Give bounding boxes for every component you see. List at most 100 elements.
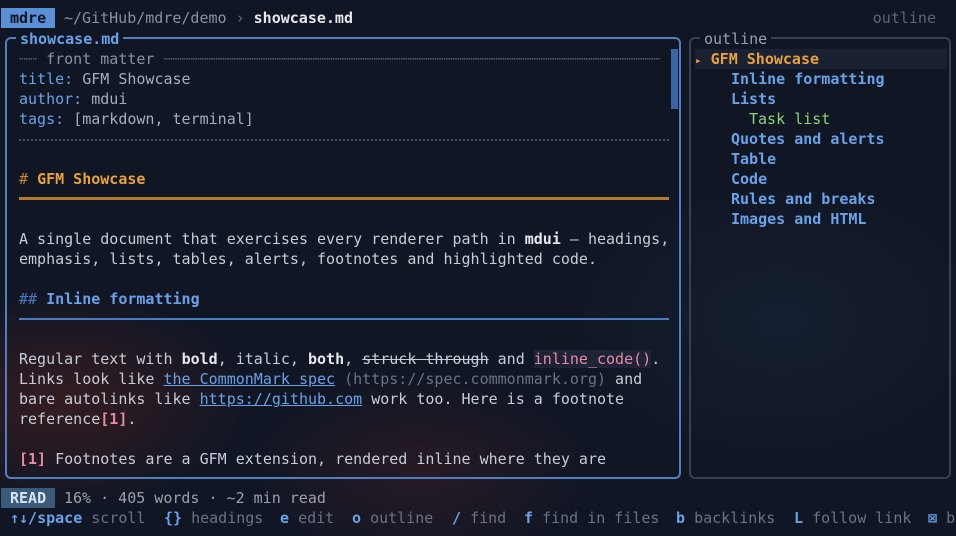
inline-code: inline_code() <box>533 350 652 368</box>
hint-action: follow link <box>812 509 912 527</box>
paragraph-line: emphasis, lists, tables, alerts, footnot… <box>19 249 669 269</box>
paragraph-line: Regular text with bold, italic, both, st… <box>19 349 669 369</box>
app-name-badge: mdre <box>1 8 56 28</box>
outline-pane[interactable]: outline ▸ GFM Showcase Inline formatting… <box>689 30 951 479</box>
text-run: . <box>127 410 137 428</box>
heading-1-marker: # <box>19 170 29 188</box>
hint-action: backlinks <box>694 509 776 527</box>
front-matter-rule: ┈┈┈┈┈┈┈┈┈┈┈┈┈┈┈┈┈┈┈┈┈┈┈┈┈┈┈┈┈┈┈┈┈┈┈┈┈┈┈┈… <box>154 50 661 68</box>
front-matter-entry: tags: [markdown, terminal] <box>19 109 669 129</box>
hint-action: outline <box>370 509 434 527</box>
bold-text: bold <box>181 350 218 368</box>
paragraph-line: reference[1]. <box>19 409 669 429</box>
hint-backlinks[interactable]: b backlinks <box>676 508 775 528</box>
heading-1-text: GFM Showcase <box>37 170 146 188</box>
front-matter-entry: title: GFM Showcase <box>19 69 669 89</box>
overflow-icon: ⊠ <box>928 509 938 527</box>
front-matter-value: [markdown, terminal] <box>73 110 254 128</box>
hint-outline[interactable]: o outline <box>352 508 433 528</box>
dotted-divider <box>19 139 669 141</box>
paragraph-line: bare autolinks like https://github.com w… <box>19 389 669 409</box>
hint-key: {} <box>164 509 183 527</box>
hint-find-in-files[interactable]: f find in files <box>524 508 659 528</box>
hint-key: / <box>452 509 462 527</box>
status-bar: READ 16% · 405 words · ~2 min read <box>0 488 956 508</box>
outline-item-lists[interactable]: Lists <box>695 89 947 109</box>
reading-stats: 16% · 405 words · ~2 min read <box>64 489 326 507</box>
outline-item-quotes-and-alerts[interactable]: Quotes and alerts <box>695 129 947 149</box>
front-matter-key: tags: <box>19 110 65 128</box>
front-matter-value: mdui <box>91 90 128 108</box>
bold-italic-text: both <box>308 350 345 368</box>
github-autolink[interactable]: https://github.com <box>200 390 363 408</box>
front-matter-key: author: <box>19 90 83 108</box>
outline-mode-label[interactable]: outline <box>873 8 936 28</box>
outline-item-gfm-showcase[interactable]: ▸ GFM Showcase <box>695 49 947 69</box>
hint-key: ↑↓/space <box>10 509 83 527</box>
outline-item-inline-formatting[interactable]: Inline formatting <box>695 69 947 89</box>
hint-find[interactable]: / find <box>452 508 506 528</box>
hint-edit[interactable]: e edit <box>280 508 334 528</box>
hint-action: scroll <box>91 509 146 527</box>
outline-item-images-and-html[interactable]: Images and HTML <box>695 209 947 229</box>
hint-overflow[interactable]: ⊠ b <box>928 508 955 528</box>
hint-headings[interactable]: {} headings <box>164 508 263 528</box>
breadcrumb-file: showcase.md <box>253 9 353 27</box>
text-run: , italic, <box>217 350 308 368</box>
hint-key: b <box>676 509 686 527</box>
heading-2: ## Inline formatting <box>19 289 669 309</box>
mode-badge: READ <box>1 488 56 508</box>
outline-item-task-list[interactable]: Task list <box>695 109 947 129</box>
text-run: Links look like <box>19 370 164 388</box>
text-run: , <box>344 350 363 368</box>
hint-action: find in files <box>542 509 660 527</box>
document-scrollbar[interactable] <box>671 40 681 476</box>
front-matter-divider <box>19 129 669 149</box>
breadcrumb: ~/GitHub/mdre/demo › showcase.md <box>64 8 353 28</box>
strikethrough-text: struck through <box>362 350 489 368</box>
commonmark-link[interactable]: the CommonMark spec <box>164 370 336 388</box>
paragraph-line: Links look like the CommonMark spec (htt… <box>19 369 669 389</box>
front-matter-key: title: <box>19 70 74 88</box>
bold-text: mdui <box>524 230 561 248</box>
outline-item-label: GFM Showcase <box>710 50 820 68</box>
outline-item-code[interactable]: Code <box>695 169 947 189</box>
hint-action: edit <box>298 509 335 527</box>
hint-action: headings <box>191 509 264 527</box>
text-run: . <box>651 350 661 368</box>
paragraph-line: A single document that exercises every r… <box>19 229 669 249</box>
heading-2-text: Inline formatting <box>46 290 200 308</box>
text-run: and <box>488 350 534 368</box>
outline-item-rules-and-breaks[interactable]: Rules and breaks <box>695 189 947 209</box>
breadcrumb-separator: › <box>235 9 245 27</box>
hint-key: L <box>794 509 804 527</box>
hint-action: b <box>946 509 956 527</box>
heading-1: # GFM Showcase <box>19 169 669 189</box>
heading-1-underline <box>19 189 669 209</box>
footnote-reference[interactable]: [1] <box>100 410 127 428</box>
hint-key: e <box>280 509 290 527</box>
text-run: work too. Here is a footnote <box>362 390 625 408</box>
hint-follow-link[interactable]: L follow link <box>794 508 911 528</box>
keybinding-bar: ↑↓/space scroll {} headings e edit o out… <box>0 508 956 528</box>
text-run: emphasis, lists, tables, alerts, footnot… <box>19 250 597 268</box>
outline-item-table[interactable]: Table <box>695 149 947 169</box>
hint-key: f <box>524 509 534 527</box>
scrollbar-thumb[interactable] <box>671 49 678 109</box>
document-pane[interactable]: showcase.md ┈┈ front matter ┈┈┈┈┈┈┈┈┈┈┈┈… <box>5 30 681 479</box>
text-run: — headings, <box>560 230 670 248</box>
document-pane-title: showcase.md <box>16 30 124 48</box>
footnote-text: Footnotes are a GFM extension, rendered … <box>46 450 607 468</box>
top-bar: mdre ~/GitHub/mdre/demo › showcase.md ou… <box>0 8 956 28</box>
outline-pane-title: outline <box>700 30 772 48</box>
active-item-arrow-icon: ▸ <box>695 54 702 67</box>
text-run: and <box>606 370 643 388</box>
hint-scroll[interactable]: ↑↓/space scroll <box>10 508 145 528</box>
breadcrumb-path[interactable]: ~/GitHub/mdre/demo <box>64 9 227 27</box>
link-url: (https://spec.commonmark.org) <box>335 370 607 388</box>
front-matter-rule: ┈┈ <box>19 50 47 68</box>
